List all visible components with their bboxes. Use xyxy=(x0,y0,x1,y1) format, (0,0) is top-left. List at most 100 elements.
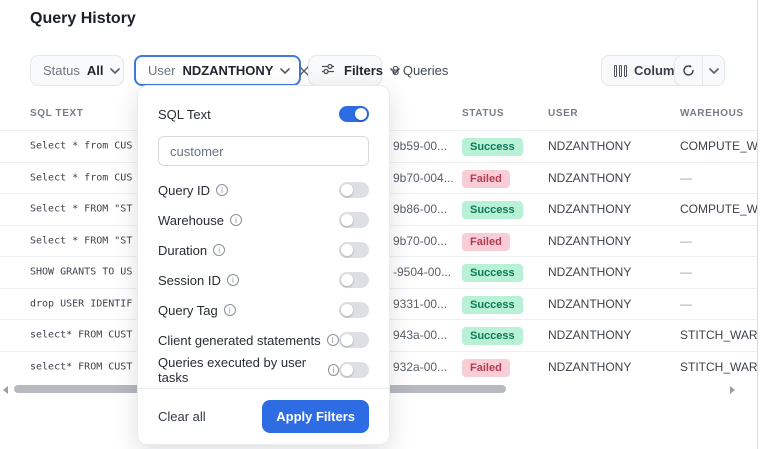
sliders-icon xyxy=(321,63,335,78)
warehouse-cell: — xyxy=(680,171,757,185)
sql-text-filter-input[interactable] xyxy=(158,136,369,166)
warehouse-cell: — xyxy=(680,234,757,248)
query-id-cell: 9b70-00... xyxy=(393,234,447,248)
query-id-cell: 9b86-00... xyxy=(393,202,447,216)
query-id-cell: 9b70-004... xyxy=(393,171,454,185)
filter-toggle-row: Queries executed by user tasks i xyxy=(158,362,369,378)
filters-button[interactable]: Filters xyxy=(308,55,382,86)
filter-toggle[interactable] xyxy=(339,332,369,348)
scroll-left-arrow-icon[interactable] xyxy=(3,386,8,394)
column-header-warehouse: WAREHOUS xyxy=(680,108,744,119)
warehouse-cell: STITCH_WAR xyxy=(680,360,757,374)
query-id-cell: -9504-00... xyxy=(393,265,451,279)
info-icon: i xyxy=(224,304,236,316)
status-badge: Success xyxy=(462,327,523,345)
page-title: Query History xyxy=(30,10,136,28)
info-icon: i xyxy=(213,244,225,256)
user-cell: NDZANTHONY xyxy=(548,139,631,153)
filter-toggle[interactable] xyxy=(339,212,369,228)
filter-toggle-label: Queries executed by user tasks xyxy=(158,355,322,385)
query-id-cell: 932a-00... xyxy=(393,360,447,374)
panel-footer: Clear all Apply Filters xyxy=(138,388,389,444)
user-cell: NDZANTHONY xyxy=(548,171,631,185)
query-id-cell: 9b59-00... xyxy=(393,139,447,153)
filter-toggle-row: Query Tag i xyxy=(158,302,369,318)
info-icon: i xyxy=(227,274,239,286)
filter-toggle-label: Client generated statements xyxy=(158,333,321,348)
info-icon: i xyxy=(328,364,339,376)
apply-filters-button[interactable]: Apply Filters xyxy=(262,400,369,433)
refresh-split-button xyxy=(674,55,725,86)
column-header-user: USER xyxy=(548,108,578,119)
warehouse-cell: STITCH_WAR xyxy=(680,328,757,342)
filter-toggle-label: Duration xyxy=(158,243,207,258)
info-icon: i xyxy=(327,334,339,346)
filter-toggle[interactable] xyxy=(339,362,369,378)
user-cell: NDZANTHONY xyxy=(548,297,631,311)
filter-toggle[interactable] xyxy=(339,242,369,258)
sql-text-cell: SHOW GRANTS TO US xyxy=(30,267,132,278)
filter-toggle[interactable] xyxy=(339,182,369,198)
warehouse-cell: COMPUTE_W xyxy=(680,202,757,216)
toolbar: Status All User NDZANTHONY xyxy=(0,55,768,87)
column-header-status: STATUS xyxy=(462,108,504,119)
sql-text-cell: drop USER IDENTIF xyxy=(30,298,132,309)
user-cell: NDZANTHONY xyxy=(548,328,631,342)
chevron-down-icon[interactable] xyxy=(280,68,290,74)
filter-toggle-row: Session ID i xyxy=(158,272,369,288)
filter-toggle-label: Query Tag xyxy=(158,303,218,318)
user-filter-pill[interactable]: User NDZANTHONY xyxy=(134,55,301,86)
status-pill-value: All xyxy=(87,63,104,78)
columns-icon xyxy=(614,65,627,77)
status-badge: Failed xyxy=(462,170,510,188)
status-badge: Success xyxy=(462,138,523,156)
user-cell: NDZANTHONY xyxy=(548,202,631,216)
filter-toggle-row: Warehouse i xyxy=(158,212,369,228)
filter-toggle-label: Warehouse xyxy=(158,213,224,228)
query-id-cell: 9331-00... xyxy=(393,297,447,311)
sql-text-cell: Select * FROM "ST xyxy=(30,235,132,246)
status-badge: Failed xyxy=(462,359,510,377)
filter-toggle-row: Duration i xyxy=(158,242,369,258)
query-id-cell: 943a-00... xyxy=(393,328,447,342)
sql-text-cell: Select * from CUS xyxy=(30,141,132,152)
filter-toggle-row: Client generated statements i xyxy=(158,332,369,348)
query-history-page: Query History Status All User NDZANTHONY xyxy=(0,0,768,449)
user-pill-label: User xyxy=(148,63,175,78)
user-cell: NDZANTHONY xyxy=(548,234,631,248)
info-icon: i xyxy=(216,184,228,196)
filters-dropdown-panel: SQL Text Query ID i Warehouse i Duration… xyxy=(137,85,390,445)
content-right-divider xyxy=(757,0,758,449)
sql-text-cell: Select * FROM "ST xyxy=(30,204,132,215)
column-header-sql-text: SQL TEXT xyxy=(30,108,84,119)
chevron-down-icon xyxy=(110,68,120,74)
filter-toggle[interactable] xyxy=(339,272,369,288)
status-badge: Success xyxy=(462,201,523,219)
filter-toggle[interactable] xyxy=(339,302,369,318)
filters-button-label: Filters xyxy=(344,63,383,78)
refresh-icon[interactable] xyxy=(675,56,703,85)
sql-text-toggle-row: SQL Text xyxy=(158,104,369,124)
sql-text-label: SQL Text xyxy=(158,107,211,122)
scroll-right-arrow-icon[interactable] xyxy=(730,386,735,394)
refresh-dropdown-chevron[interactable] xyxy=(703,56,724,85)
status-filter-pill[interactable]: Status All xyxy=(30,55,124,86)
filter-toggle-list: Query ID i Warehouse i Duration i Sessio… xyxy=(158,182,369,378)
sql-text-cell: select* FROM CUST xyxy=(30,361,132,372)
warehouse-cell: — xyxy=(680,265,757,279)
filter-toggle-label: Session ID xyxy=(158,273,221,288)
clear-all-link[interactable]: Clear all xyxy=(158,409,206,424)
sql-text-cell: Select * from CUS xyxy=(30,172,132,183)
status-badge: Success xyxy=(462,296,523,314)
sql-text-cell: select* FROM CUST xyxy=(30,330,132,341)
sql-text-toggle[interactable] xyxy=(339,106,369,122)
user-cell: NDZANTHONY xyxy=(548,360,631,374)
query-count: 8 Queries xyxy=(392,63,448,78)
warehouse-cell: — xyxy=(680,297,757,311)
status-pill-label: Status xyxy=(43,63,80,78)
user-cell: NDZANTHONY xyxy=(548,265,631,279)
status-badge: Failed xyxy=(462,233,510,251)
user-pill-value: NDZANTHONY xyxy=(182,63,273,78)
status-badge: Success xyxy=(462,264,523,282)
filter-toggle-row: Query ID i xyxy=(158,182,369,198)
